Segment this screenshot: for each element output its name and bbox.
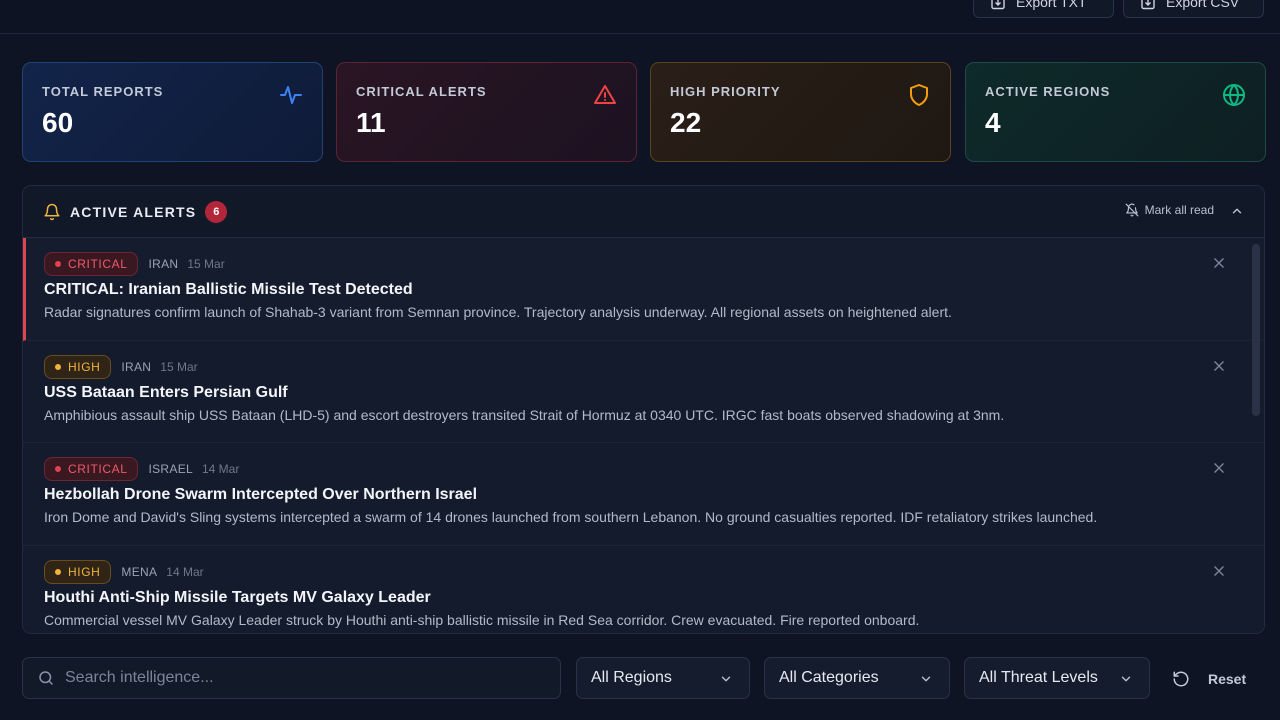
alerts-panel-header: ACTIVE ALERTS 6 Mark all read: [23, 186, 1264, 238]
alerts-panel-title: ACTIVE ALERTS: [70, 203, 197, 220]
alert-item[interactable]: CRITICAL IRAN 15 Mar CRITICAL: Iranian B…: [23, 238, 1264, 341]
close-icon[interactable]: [1212, 564, 1226, 578]
close-icon[interactable]: [1212, 359, 1226, 373]
mark-all-read-label: Mark all read: [1144, 203, 1214, 217]
alert-item[interactable]: CRITICAL ISRAEL 14 Mar Hezbollah Drone S…: [23, 443, 1264, 546]
threat-level-select-value: All Threat Levels: [979, 669, 1098, 686]
close-icon[interactable]: [1212, 461, 1226, 475]
top-bar: Export TXT Export CSV: [0, 0, 1280, 34]
status-dot: [55, 363, 61, 370]
alerts-scrollbar[interactable]: [1252, 244, 1260, 416]
stat-card-total-reports: TOTAL REPORTS 60: [22, 62, 323, 162]
alert-description: Radar signatures confirm launch of Shaha…: [44, 304, 952, 320]
bell-icon: [44, 203, 60, 220]
alert-title: Hezbollah Drone Swarm Intercepted Over N…: [44, 486, 478, 503]
export-csv-label: Export CSV: [1166, 0, 1240, 10]
export-txt-label: Export TXT: [1016, 0, 1087, 10]
file-download-icon: [991, 0, 1005, 10]
threat-level-badge: CRITICAL: [44, 252, 139, 276]
threat-level-badge: HIGH: [44, 354, 112, 379]
alert-item[interactable]: HIGH IRAN 15 Mar USS Bataan Enters Persi…: [23, 340, 1264, 443]
stat-card-critical-alerts: CRITICAL ALERTS 11: [336, 62, 637, 162]
globe-icon: [1223, 84, 1245, 106]
threat-level-label: HIGH: [68, 359, 101, 374]
region-select-value: All Regions: [591, 669, 672, 686]
active-alerts-panel: ACTIVE ALERTS 6 Mark all read CRITICAL I…: [22, 185, 1265, 634]
stat-card-active-regions: ACTIVE REGIONS 4: [965, 62, 1266, 162]
alert-meta: HIGH IRAN 15 Mar: [44, 354, 1264, 379]
warning-icon: [594, 85, 616, 104]
stat-label: ACTIVE REGIONS: [985, 84, 1111, 99]
stats-row: TOTAL REPORTS 60 CRITICAL ALERTS 11 HIGH…: [22, 62, 1266, 162]
status-dot: [55, 568, 61, 575]
search-input[interactable]: [65, 669, 535, 687]
chevron-up-icon[interactable]: [1230, 204, 1244, 218]
mark-all-read-button[interactable]: Mark all read: [1125, 203, 1214, 217]
alert-meta: CRITICAL IRAN 15 Mar: [44, 252, 1264, 276]
threat-level-badge: HIGH: [44, 559, 112, 584]
search-icon: [39, 671, 53, 685]
stat-value: 22: [670, 107, 702, 138]
stat-label: HIGH PRIORITY: [670, 84, 781, 99]
stat-value: 4: [985, 107, 1001, 138]
file-download-icon: [1141, 0, 1155, 10]
alert-date: 14 Mar: [201, 462, 240, 476]
chevron-down-icon: [721, 676, 731, 682]
stat-label: TOTAL REPORTS: [42, 84, 164, 99]
status-dot: [55, 261, 61, 267]
stat-card-high-priority: HIGH PRIORITY 22: [650, 62, 951, 162]
alert-description: Amphibious assault ship USS Bataan (LHD-…: [44, 406, 1005, 423]
threat-level-label: CRITICAL: [68, 257, 128, 271]
alert-region: MENA: [121, 564, 158, 579]
alert-date: 14 Mar: [166, 564, 204, 579]
alert-region: IRAN: [121, 359, 152, 374]
alert-title: CRITICAL: Iranian Ballistic Missile Test…: [44, 281, 413, 298]
region-select[interactable]: All Regions: [576, 657, 750, 699]
stat-value: 11: [356, 107, 386, 138]
shield-icon: [910, 84, 928, 106]
alert-region: ISRAEL: [148, 462, 193, 476]
search-box: [22, 657, 561, 699]
alert-date: 15 Mar: [187, 257, 225, 271]
threat-level-select[interactable]: All Threat Levels: [964, 657, 1150, 699]
category-select[interactable]: All Categories: [764, 657, 950, 699]
reset-button[interactable]: Reset: [1172, 665, 1246, 693]
alert-meta: HIGH MENA 14 Mar: [44, 559, 1264, 584]
alerts-list: CRITICAL IRAN 15 Mar CRITICAL: Iranian B…: [23, 238, 1264, 633]
close-icon[interactable]: [1212, 256, 1226, 270]
chevron-down-icon: [1121, 676, 1131, 682]
export-txt-button[interactable]: Export TXT: [973, 0, 1114, 18]
alert-item[interactable]: HIGH MENA 14 Mar Houthi Anti-Ship Missil…: [23, 545, 1264, 633]
alert-title: Houthi Anti-Ship Missile Targets MV Gala…: [44, 588, 431, 606]
threat-level-label: CRITICAL: [68, 462, 128, 476]
threat-level-badge: CRITICAL: [44, 457, 139, 481]
chevron-down-icon: [921, 676, 931, 682]
bell-off-icon: [1125, 203, 1139, 217]
alert-date: 15 Mar: [160, 359, 198, 374]
threat-level-label: HIGH: [68, 564, 101, 579]
status-dot: [55, 466, 61, 472]
category-select-value: All Categories: [779, 669, 879, 686]
rotate-ccw-icon: [1173, 671, 1189, 687]
stat-value: 60: [42, 107, 74, 138]
activity-icon: [280, 86, 302, 104]
alert-meta: CRITICAL ISRAEL 14 Mar: [44, 457, 1264, 481]
alert-description: Iron Dome and David's Sling systems inte…: [44, 509, 1098, 525]
reset-label: Reset: [1208, 671, 1247, 687]
alerts-count-badge: 6: [205, 200, 228, 223]
export-csv-button[interactable]: Export CSV: [1123, 0, 1264, 18]
alert-description: Commercial vessel MV Galaxy Leader struc…: [44, 611, 920, 628]
alert-title: USS Bataan Enters Persian Gulf: [44, 383, 288, 401]
alert-region: IRAN: [148, 257, 179, 271]
stat-label: CRITICAL ALERTS: [356, 84, 487, 99]
